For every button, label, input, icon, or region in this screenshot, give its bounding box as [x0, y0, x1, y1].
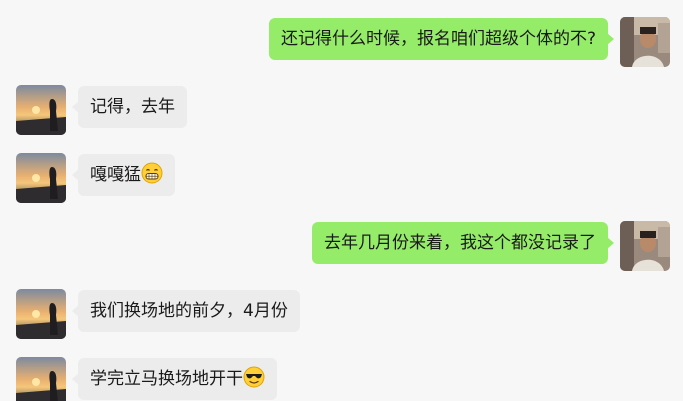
message-text: 我们换场地的前夕，4月份 — [90, 301, 288, 321]
message-bubble-received[interactable]: 嘎嘎猛 — [72, 154, 175, 196]
sunglasses-emoji-icon — [243, 366, 265, 388]
avatar-contact-image — [16, 357, 66, 401]
message-bubble-sent[interactable]: 去年几月份来着，我这个都没记录了 — [312, 222, 614, 264]
avatar-contact-image — [16, 289, 66, 339]
message-text: 学完立马换场地开干 — [90, 369, 243, 389]
message-bubble-received[interactable]: 记得，去年 — [72, 86, 187, 128]
avatar-contact[interactable] — [16, 153, 66, 203]
message-text: 还记得什么时候，报名咱们超级个体的不? — [280, 29, 596, 49]
message-row-received: 我们换场地的前夕，4月份 — [0, 289, 683, 339]
avatar-contact[interactable] — [16, 85, 66, 135]
message-row-sent: 还记得什么时候，报名咱们超级个体的不? — [0, 17, 683, 67]
avatar-contact-image — [16, 153, 66, 203]
message-bubble-sent[interactable]: 还记得什么时候，报名咱们超级个体的不? — [268, 18, 615, 60]
avatar-contact[interactable] — [16, 289, 66, 339]
message-text: 记得，去年 — [90, 97, 175, 117]
avatar-contact[interactable] — [16, 357, 66, 401]
avatar-contact-image — [16, 85, 66, 135]
message-row-sent: 去年几月份来着，我这个都没记录了 — [0, 221, 683, 271]
message-text: 去年几月份来着，我这个都没记录了 — [324, 233, 596, 253]
avatar-self[interactable] — [620, 221, 670, 271]
message-text: 嘎嘎猛 — [90, 165, 141, 185]
avatar-self-image — [620, 17, 670, 67]
message-bubble-received[interactable]: 我们换场地的前夕，4月份 — [72, 290, 300, 332]
message-row-received: 记得，去年 — [0, 85, 683, 135]
chat-window: 还记得什么时候，报名咱们超级个体的不? 记得，去年 嘎嘎猛 去年几月份来着，我这… — [0, 0, 683, 401]
message-bubble-received[interactable]: 学完立马换场地开干 — [72, 358, 277, 400]
message-row-received: 学完立马换场地开干 — [0, 357, 683, 401]
avatar-self-image — [620, 221, 670, 271]
message-row-received: 嘎嘎猛 — [0, 153, 683, 203]
grin-emoji-icon — [141, 162, 163, 184]
avatar-self[interactable] — [620, 17, 670, 67]
